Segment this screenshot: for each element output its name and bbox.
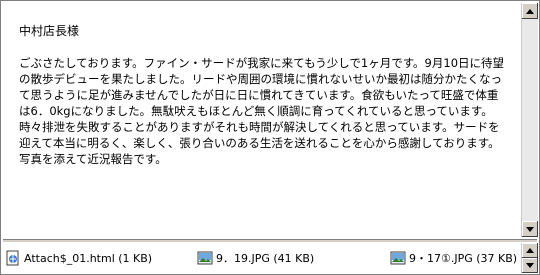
attachment-item[interactable]: Attach$_01.html (1 KB) <box>5 248 152 268</box>
arrow-down-icon <box>526 226 534 232</box>
message-window: 中村店長様 ごぶさたしております。ファイン・サードが我家に来てもう少しで1ヶ月で… <box>0 0 540 275</box>
attachment-bar: Attach$_01.html (1 KB) 9．19.JPG (41 KB) … <box>3 243 521 273</box>
message-vertical-scrollbar[interactable] <box>521 3 538 237</box>
scroll-down-button[interactable] <box>522 221 538 237</box>
image-file-icon <box>390 251 406 265</box>
arrow-up-icon <box>526 8 534 14</box>
attachment-label: 9・17①.JPG (37 KB) <box>409 252 518 265</box>
attachment-scrollbar[interactable] <box>521 243 538 273</box>
attachment-item[interactable]: 9・17①.JPG (37 KB) <box>390 248 517 268</box>
attachment-label: 9．19.JPG (41 KB) <box>216 252 315 265</box>
attachment-scroll-down-button[interactable] <box>522 258 538 273</box>
pane-divider[interactable] <box>3 239 537 242</box>
html-file-icon <box>6 250 19 266</box>
arrow-down-icon <box>526 263 534 268</box>
attachment-scroll-up-button[interactable] <box>522 243 538 258</box>
arrow-up-icon <box>526 248 534 253</box>
attachment-item[interactable]: 9．19.JPG (41 KB) <box>197 248 314 268</box>
message-text: ごぶさたしております。ファイン・サードが我家に来てもう少しで1ヶ月です。9月10… <box>19 56 505 166</box>
message-body-pane[interactable]: 中村店長様 ごぶさたしております。ファイン・サードが我家に来てもう少しで1ヶ月で… <box>3 3 521 237</box>
image-file-icon <box>197 251 213 265</box>
attachment-label: Attach$_01.html (1 KB) <box>24 251 153 265</box>
message-greeting: 中村店長様 <box>19 24 80 38</box>
scroll-up-button[interactable] <box>522 3 538 19</box>
